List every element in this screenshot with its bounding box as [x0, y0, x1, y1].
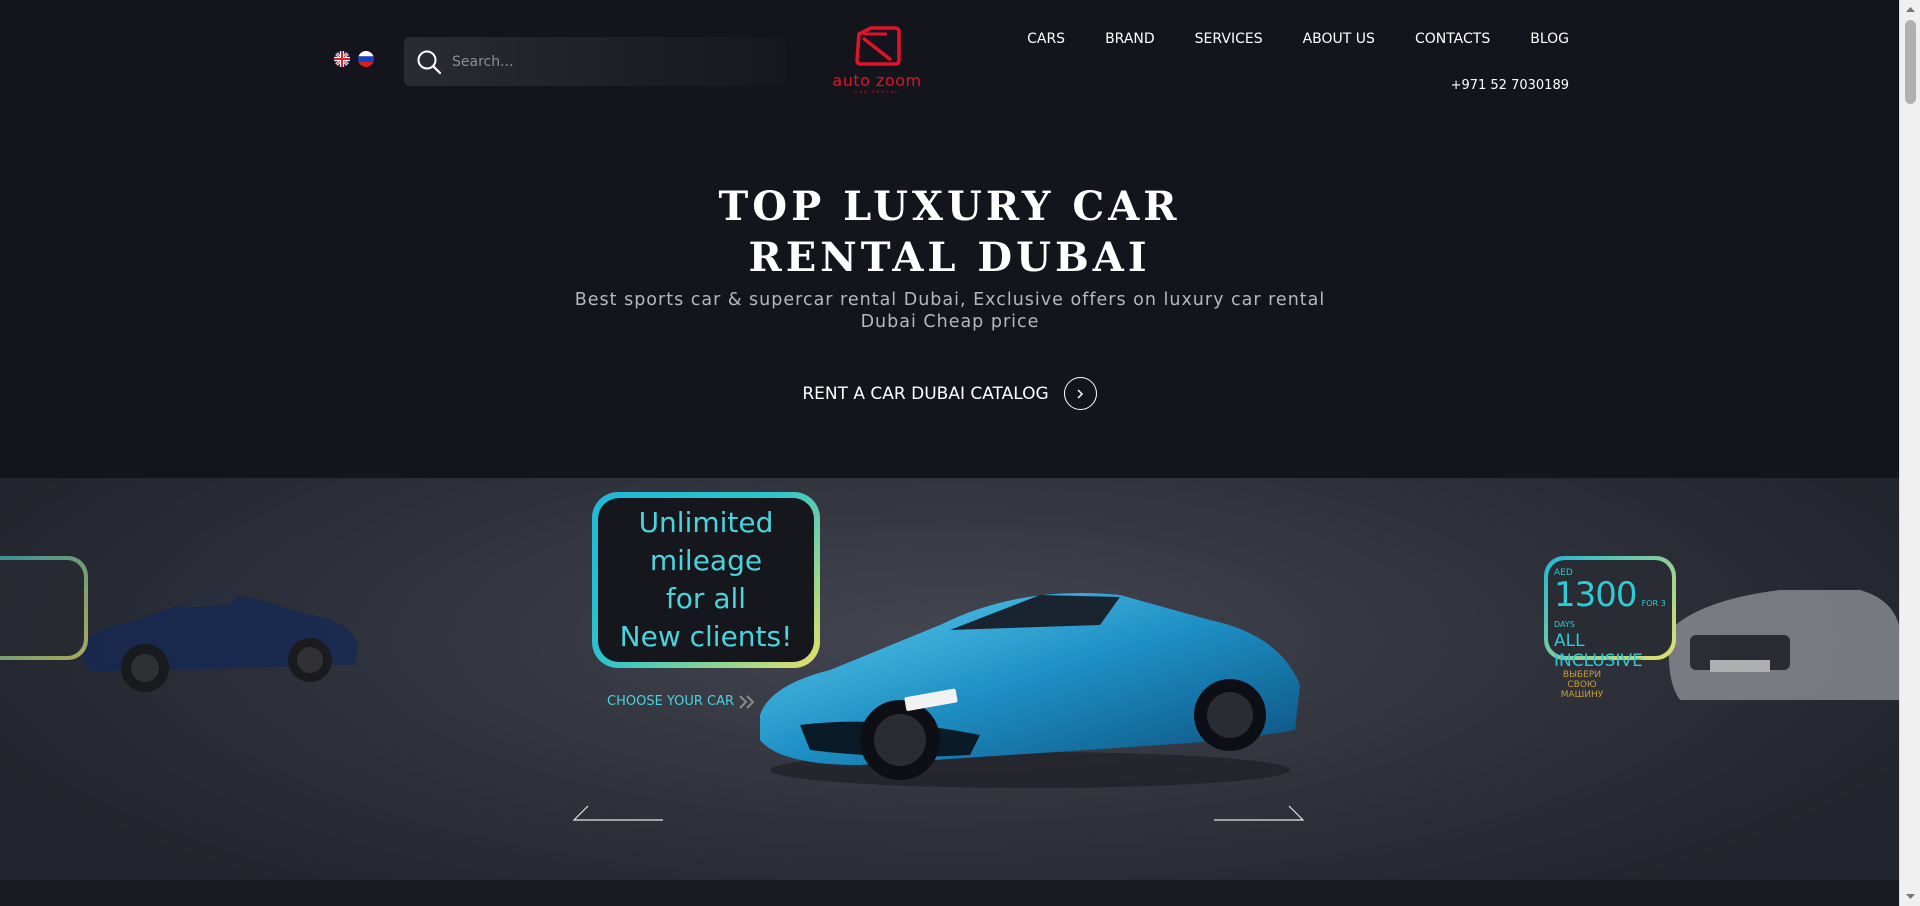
- next-section-edge: [0, 880, 1899, 906]
- price-offer-badge[interactable]: AED 1300 FOR 3 DAYS ALL INCLUSIVE: [1544, 556, 1676, 671]
- logo-text: auto zoom: [832, 71, 922, 90]
- left-car-image: [80, 582, 358, 692]
- slider-next-arrow-icon[interactable]: [1213, 803, 1305, 823]
- main-nav: CARS BRAND SERVICES ABOUT US CONTACTS BL…: [1027, 31, 1569, 47]
- nav-contacts[interactable]: CONTACTS: [1415, 31, 1490, 47]
- badge-line: New clients!: [619, 620, 793, 653]
- catalog-cta-label[interactable]: RENT A CAR DUBAI CATALOG: [802, 384, 1048, 404]
- nav-brand[interactable]: BRAND: [1105, 31, 1155, 47]
- unlimited-mileage-text: Unlimited mileage for all New clients!: [598, 498, 814, 662]
- badge-line: for all: [665, 582, 747, 615]
- language-switcher: [334, 51, 374, 67]
- search-input[interactable]: [452, 53, 752, 70]
- search-icon: [417, 50, 442, 74]
- logo[interactable]: auto zoom CAR RENTAL: [820, 24, 934, 94]
- scroll-up-icon[interactable]: [1905, 4, 1916, 14]
- hero-subtitle: Best sports car & supercar rental Dubai,…: [574, 290, 1326, 332]
- badge-line: Unlimited: [638, 506, 774, 539]
- nav-about-us[interactable]: ABOUT US: [1303, 31, 1375, 47]
- nav-blog[interactable]: BLOG: [1530, 31, 1569, 47]
- hero-title-line2: RENTAL DUBAI: [748, 234, 1151, 281]
- choose-your-car-label[interactable]: CHOOSE YOUR CAR: [607, 694, 734, 709]
- scroll-down-icon[interactable]: [1905, 892, 1916, 902]
- page: auto zoom CAR RENTAL CARS BRAND SERVICES…: [0, 0, 1899, 906]
- hero-title-line1: TOP LUXURY CAR: [718, 183, 1181, 230]
- right-car-image: [1668, 590, 1899, 700]
- badge-line: mileage: [649, 544, 763, 577]
- phone-number[interactable]: +971 52 7030189: [1451, 78, 1569, 93]
- left-offer-badge: [0, 556, 88, 660]
- double-chevron-right-icon: [739, 694, 755, 709]
- ru-flag-icon[interactable]: [358, 51, 374, 67]
- main-car-image[interactable]: [740, 565, 1310, 795]
- scrollbar[interactable]: [1899, 0, 1920, 906]
- scrollbar-thumb[interactable]: [1905, 20, 1916, 104]
- choose-car-hint[interactable]: ВЫБЕРИ СВОЮ МАШИНУ: [1547, 670, 1617, 700]
- price-value: 1300: [1554, 575, 1638, 615]
- uk-flag-icon[interactable]: [334, 51, 350, 67]
- nav-services[interactable]: SERVICES: [1195, 31, 1263, 47]
- logo-mark-icon: [855, 26, 901, 66]
- slider-prev-arrow-icon[interactable]: [572, 803, 664, 823]
- hero-title: TOP LUXURY CAR RENTAL DUBAI: [0, 181, 1899, 283]
- price-inclusive: ALL INCLUSIVE: [1554, 631, 1643, 671]
- nav-cars[interactable]: CARS: [1027, 31, 1065, 47]
- unlimited-mileage-badge: Unlimited mileage for all New clients!: [592, 492, 820, 668]
- search-bar: [404, 37, 786, 86]
- choose-your-car-link[interactable]: CHOOSE YOUR CAR: [607, 694, 756, 709]
- chevron-right-icon[interactable]: [1063, 377, 1097, 410]
- catalog-cta[interactable]: RENT A CAR DUBAI CATALOG: [0, 377, 1899, 410]
